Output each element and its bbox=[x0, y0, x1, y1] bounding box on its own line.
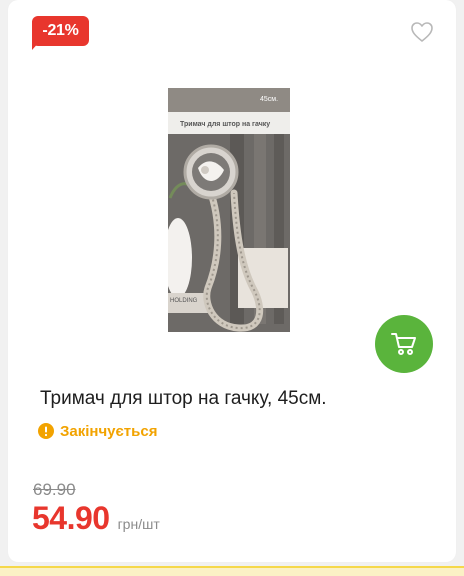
old-price: 69.90 bbox=[33, 480, 76, 499]
stock-status: Закінчується bbox=[38, 421, 157, 441]
package-size-text: 45см. bbox=[260, 96, 278, 103]
discount-badge-tail bbox=[32, 40, 41, 50]
package-bottom-text: HOLDING bbox=[170, 298, 198, 304]
package-name-text: Тримач для штор на гачку bbox=[180, 121, 270, 128]
price-unit: грн/шт bbox=[117, 516, 160, 532]
stock-status-label: Закінчується bbox=[60, 422, 158, 440]
price-row: 54.90 грн/шт bbox=[32, 500, 160, 537]
shopping-cart-icon bbox=[391, 333, 416, 355]
exclamation-circle-icon bbox=[38, 423, 54, 439]
heart-outline-icon[interactable] bbox=[410, 21, 434, 43]
add-to-cart-button[interactable] bbox=[375, 315, 433, 373]
product-image[interactable]: 45см. Тримач для штор на гачку HOLDING bbox=[168, 88, 290, 332]
product-title[interactable]: Тримач для штор на гачку, 45см. bbox=[40, 388, 327, 410]
bottom-divider bbox=[0, 566, 464, 576]
current-price: 54.90 bbox=[32, 500, 110, 536]
